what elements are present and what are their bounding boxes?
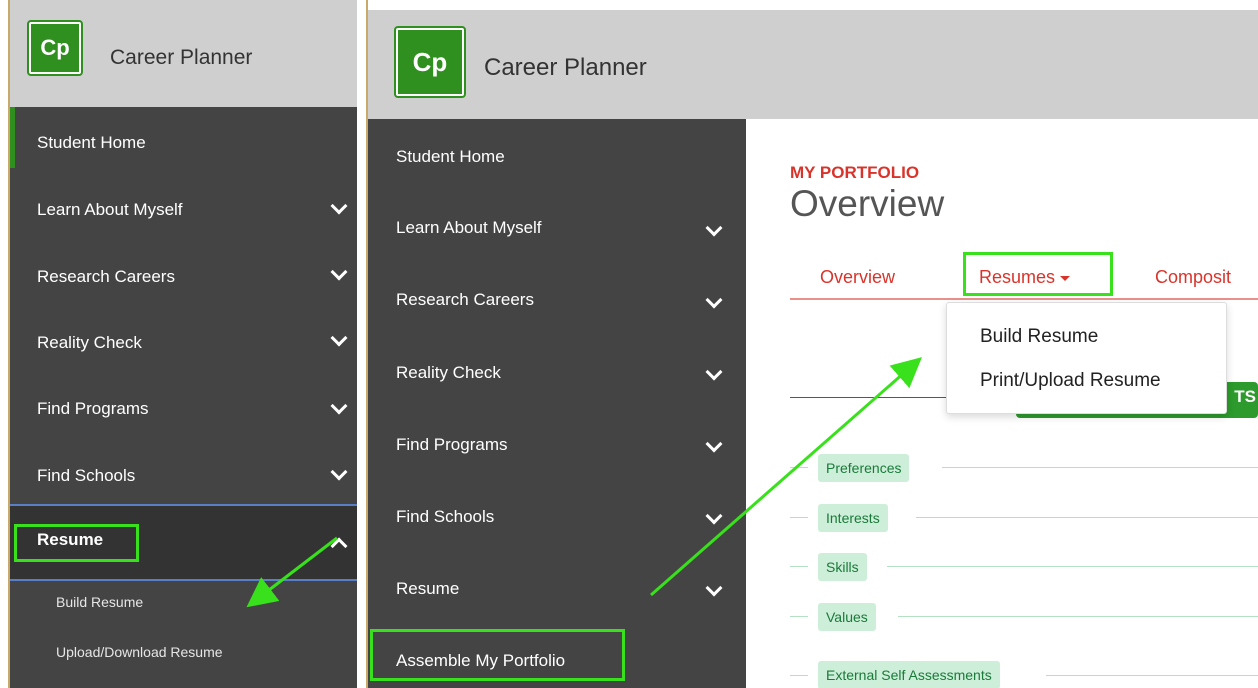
pill-values[interactable]: Values — [818, 603, 876, 631]
chevron-down-icon — [705, 579, 723, 597]
tab-composit[interactable]: Composit — [1155, 267, 1231, 288]
pill-connector — [887, 566, 1258, 567]
tab-underline — [790, 298, 1258, 300]
sidebar-item-label: Find Programs — [396, 435, 508, 454]
sidebar-item-resume[interactable]: Resume — [368, 551, 746, 623]
chevron-down-icon — [330, 263, 348, 281]
sidebar-item-label: Find Programs — [37, 399, 149, 418]
submenu-build-resume[interactable]: Build Resume — [56, 594, 143, 610]
sidebar-item-reality-check[interactable]: Reality Check — [368, 335, 746, 407]
sidebar-item-learn-about-myself[interactable]: Learn About Myself — [368, 191, 746, 263]
sidebar-item-label: Reality Check — [396, 363, 501, 382]
chevron-down-icon — [705, 435, 723, 453]
pill-connector — [916, 517, 1258, 518]
sidebar-item-label: Research Careers — [396, 290, 534, 309]
highlight-box-resume — [14, 524, 139, 562]
brand-name: Career Planner — [110, 46, 253, 69]
panel-edge — [8, 0, 10, 688]
chevron-down-icon — [330, 397, 348, 415]
sidebar-item-research-careers[interactable]: Research Careers — [10, 239, 357, 305]
brand-name: Career Planner — [484, 54, 647, 81]
tab-overview[interactable]: Overview — [820, 267, 895, 288]
sidebar-item-label: Learn About Myself — [37, 200, 183, 219]
section-divider — [790, 397, 950, 398]
panel-edge — [366, 0, 368, 688]
sidebar-item-label: Learn About Myself — [396, 218, 542, 237]
chevron-down-icon — [705, 291, 723, 309]
cp-logo: Cp — [394, 26, 466, 98]
sidebar-item-label: Resume — [396, 579, 460, 598]
pill-connector — [1046, 675, 1258, 676]
pill-external-self-assessments[interactable]: External Self Assessments — [818, 661, 1000, 688]
chevron-down-icon — [330, 329, 348, 347]
highlight-box-resumes-tab — [963, 252, 1113, 296]
chevron-up-icon — [330, 537, 348, 555]
sidebar-item-learn-about-myself[interactable]: Learn About Myself — [10, 173, 357, 239]
pill-skills[interactable]: Skills — [818, 553, 867, 581]
sidebar-item-find-schools[interactable]: Find Schools — [368, 479, 746, 551]
chevron-down-icon — [705, 363, 723, 381]
button-label: TS — [1234, 387, 1256, 406]
chevron-down-icon — [705, 219, 723, 237]
tree-tick — [790, 675, 808, 676]
sidebar-item-label: Research Careers — [37, 267, 175, 286]
menu-item-print-upload-resume[interactable]: Print/Upload Resume — [980, 370, 1161, 392]
sidebar-item-student-home[interactable]: Student Home — [368, 119, 746, 191]
tree-tick — [790, 566, 808, 567]
chevron-down-icon — [330, 197, 348, 215]
pill-interests[interactable]: Interests — [818, 504, 888, 532]
sidebar-item-research-careers[interactable]: Research Careers — [368, 263, 746, 335]
highlight-box-assemble-portfolio — [370, 629, 625, 681]
page-crumb: MY PORTFOLIO — [790, 163, 920, 182]
submenu-upload-download-resume[interactable]: Upload/Download Resume — [56, 644, 223, 660]
sidebar-nav: Student Home Learn About Myself Research… — [368, 119, 746, 688]
page-title: Overview — [790, 183, 945, 224]
sidebar-item-find-programs[interactable]: Find Programs — [10, 371, 357, 437]
pill-preferences[interactable]: Preferences — [818, 454, 910, 482]
chevron-down-icon — [705, 507, 723, 525]
sidebar-nav: Student Home Learn About Myself Research… — [10, 107, 357, 688]
tree-tick — [790, 517, 808, 518]
menu-item-build-resume[interactable]: Build Resume — [980, 326, 1098, 348]
sidebar-item-label: Student Home — [396, 147, 505, 166]
pill-connector — [898, 616, 1258, 617]
chevron-down-icon — [330, 463, 348, 481]
sidebar-item-label: Find Schools — [396, 507, 495, 526]
pill-connector — [942, 467, 1258, 468]
sidebar-item-label: Reality Check — [37, 333, 142, 352]
tree-tick — [790, 616, 808, 617]
sidebar-item-student-home[interactable]: Student Home — [10, 107, 357, 173]
tree-tick — [790, 467, 808, 468]
left-screenshot-panel: Cp Career Planner Student Home Learn Abo… — [0, 0, 357, 688]
sidebar-item-find-schools[interactable]: Find Schools — [10, 437, 357, 503]
sidebar-item-find-programs[interactable]: Find Programs — [368, 407, 746, 479]
cp-logo: Cp — [27, 20, 83, 76]
sidebar-item-label: Student Home — [37, 133, 146, 152]
sidebar-item-label: Find Schools — [37, 466, 136, 485]
resumes-dropdown-menu: Build Resume Print/Upload Resume — [946, 302, 1227, 414]
sidebar-item-reality-check[interactable]: Reality Check — [10, 305, 357, 371]
